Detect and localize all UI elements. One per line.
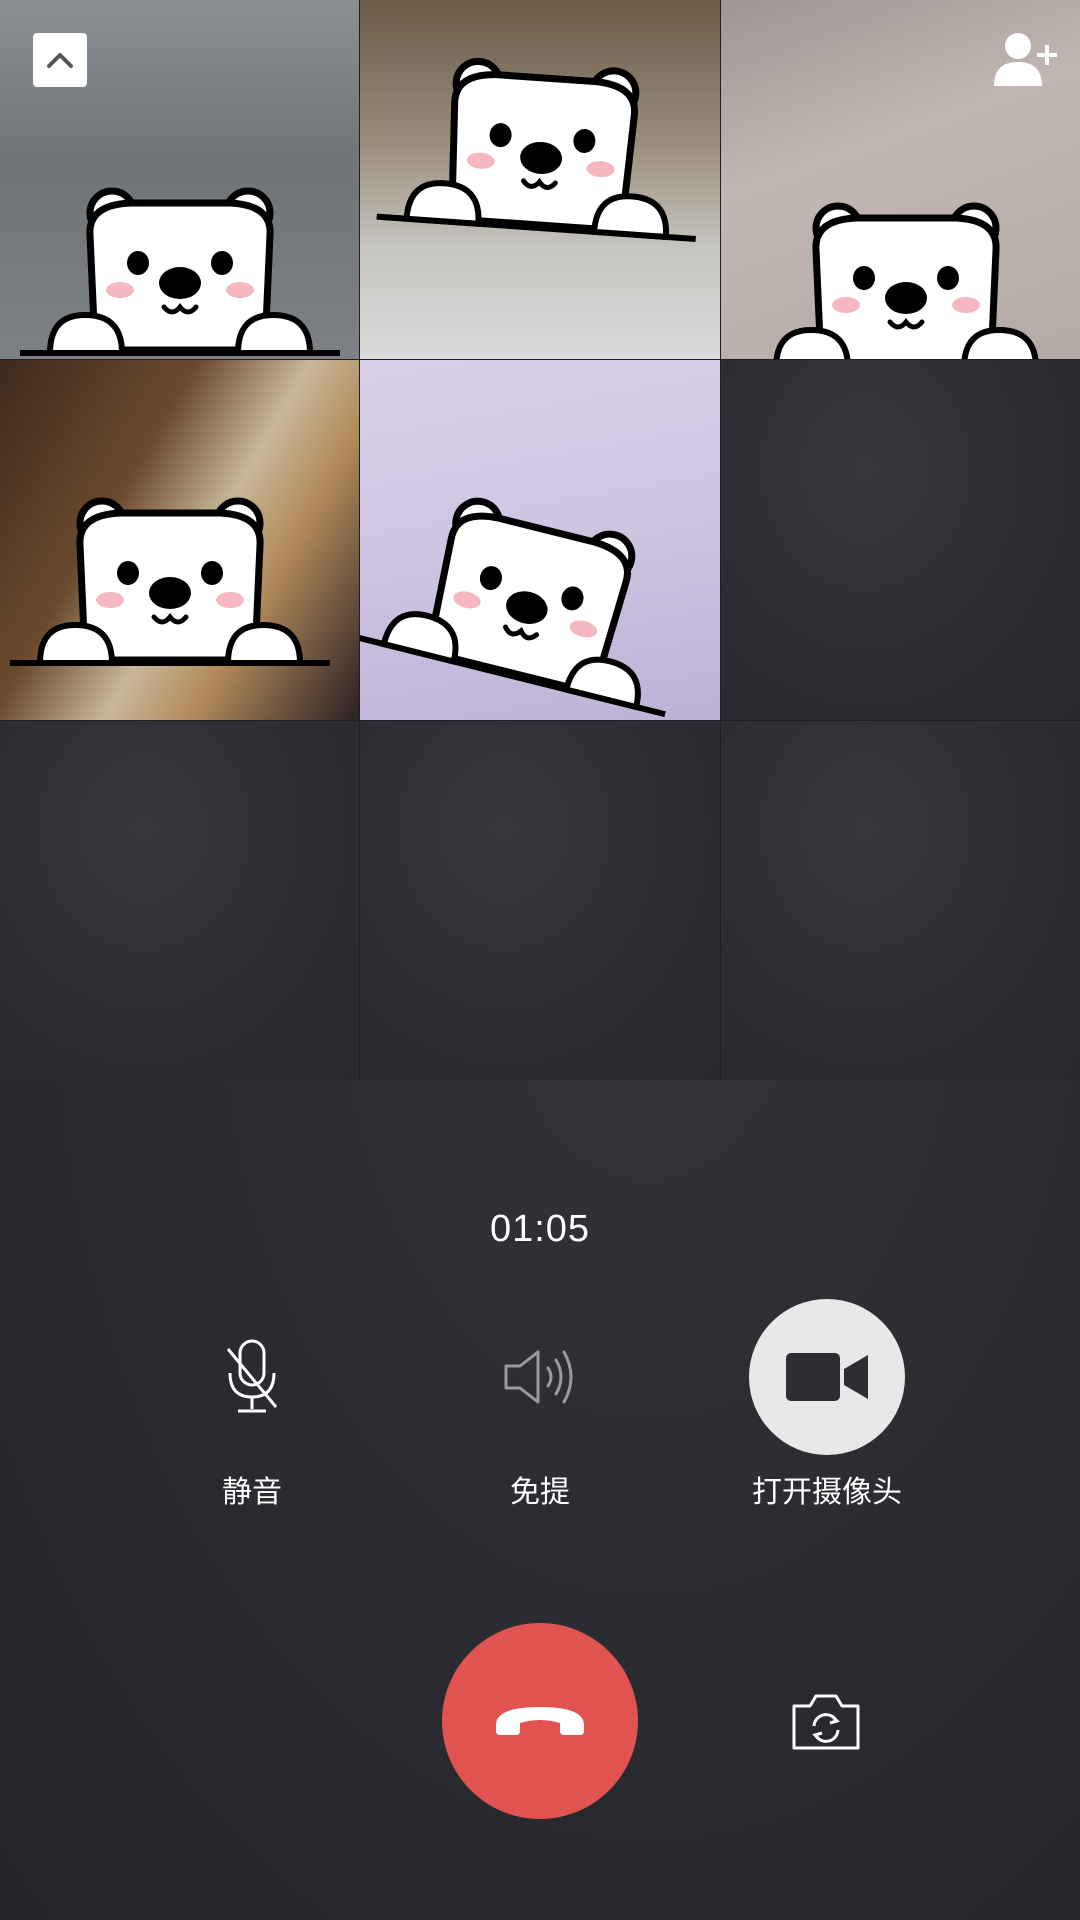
bear-sticker-icon [20, 150, 340, 359]
camera-toggle-button[interactable]: 打开摄像头 [727, 1297, 927, 1511]
speaker-icon [504, 1350, 573, 1404]
video-grid [0, 0, 1080, 1080]
empty-tile [720, 720, 1080, 1080]
bear-sticker-icon [746, 165, 1066, 359]
empty-tile [0, 720, 360, 1080]
switch-camera-icon [792, 1694, 860, 1750]
hang-up-icon [496, 1707, 584, 1735]
speaker-button[interactable]: 免提 [440, 1297, 640, 1511]
bear-sticker-icon [10, 460, 330, 700]
mic-off-icon [226, 1339, 278, 1413]
participant-tile[interactable] [0, 360, 360, 720]
collapse-button[interactable] [33, 33, 87, 87]
add-participant-button[interactable] [992, 30, 1058, 88]
empty-tile [720, 360, 1080, 720]
camera-button-circle[interactable] [749, 1299, 905, 1455]
video-camera-icon [786, 1353, 868, 1401]
mute-label: 静音 [222, 1475, 282, 1510]
participant-tile[interactable] [360, 360, 720, 720]
participant-tile[interactable] [360, 0, 720, 360]
speaker-label: 免提 [510, 1475, 570, 1510]
hang-up-button[interactable] [442, 1623, 638, 1819]
chevron-up-icon [47, 53, 73, 68]
call-timer: 01:05 [489, 1208, 591, 1250]
add-user-icon [994, 33, 1057, 86]
empty-tile [360, 720, 720, 1080]
mute-button[interactable]: 静音 [152, 1297, 352, 1511]
switch-camera-button[interactable] [790, 1692, 862, 1752]
camera-label: 打开摄像头 [752, 1475, 902, 1510]
bear-sticker-icon [374, 14, 710, 276]
